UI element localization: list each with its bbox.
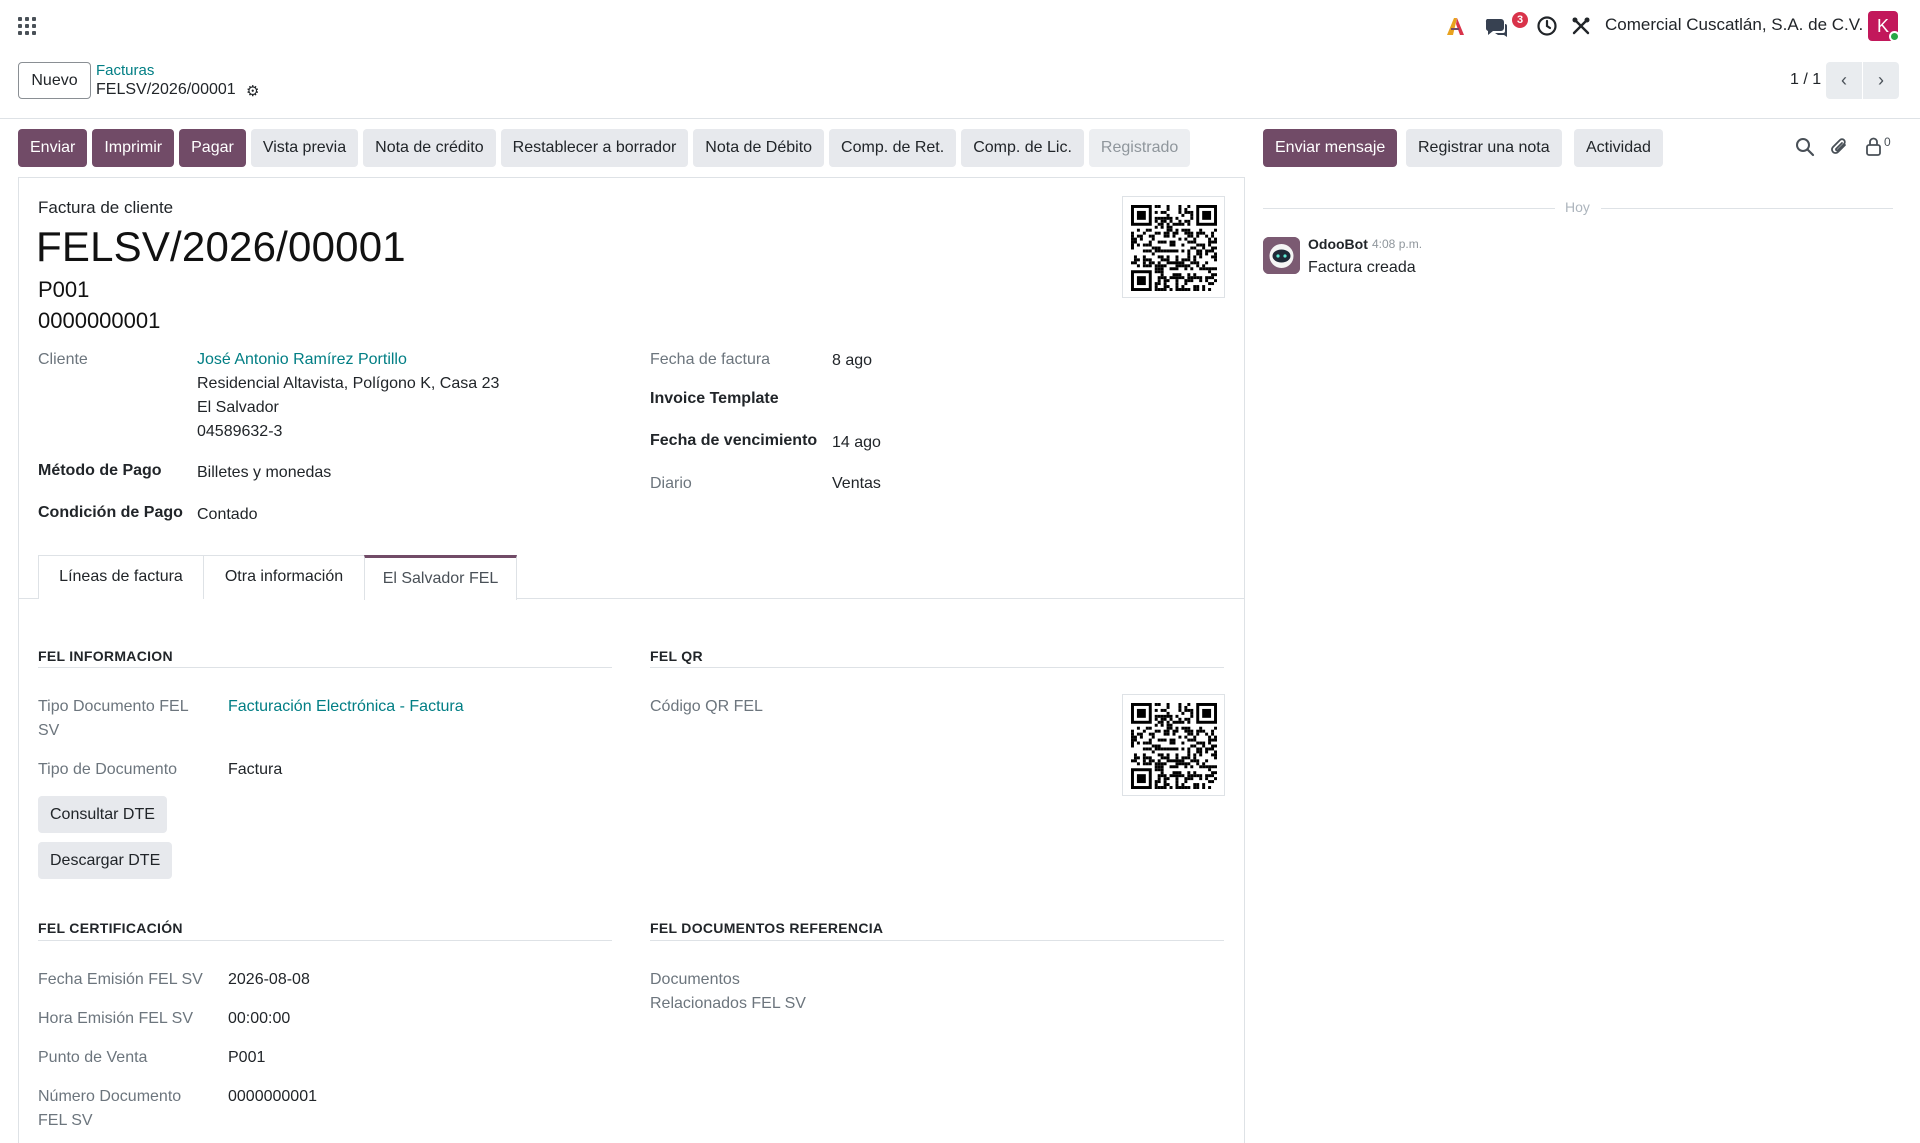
reset-to-draft-button[interactable]: Restablecer a borrador <box>500 129 689 167</box>
doc-type-label: Tipo de Documento <box>38 761 178 778</box>
send-button[interactable]: Enviar <box>18 129 88 167</box>
emit-date-field[interactable]: 2026-08-08 <box>228 971 310 989</box>
company-switcher[interactable]: Comercial Cuscatlán, S.A. de C.V. <box>1605 15 1863 35</box>
invoice-action-bar: Enviar Imprimir Pagar Vista previa Nota … <box>18 129 1191 167</box>
related-docs-label: Documentos <box>650 971 740 988</box>
customer-label: Cliente <box>38 351 88 368</box>
record-actions-gear-icon[interactable]: ⚙ <box>246 82 259 100</box>
related-docs-label-suffix: Relacionados FEL SV <box>650 995 806 1012</box>
attachment-icon[interactable] <box>1829 136 1851 163</box>
followers-lock-icon[interactable] <box>1864 136 1884 163</box>
control-panel-divider <box>0 118 1920 119</box>
customer-country: El Salvador <box>197 399 279 416</box>
comp-lic-button[interactable]: Comp. de Lic. <box>961 129 1084 167</box>
pager-value[interactable]: 1 / 1 <box>1790 71 1821 89</box>
fel-qr-label: Código QR FEL <box>650 698 763 715</box>
pay-button[interactable]: Pagar <box>179 129 246 167</box>
point-of-sale-label: Punto de Venta <box>38 1049 148 1066</box>
print-button[interactable]: Imprimir <box>92 129 175 167</box>
fel-info-section-title: FEL INFORMACION <box>38 648 173 664</box>
invoice-sequence-number: 0000000001 <box>38 308 161 333</box>
emit-time-field[interactable]: 00:00:00 <box>228 1010 290 1028</box>
invoice-date-field[interactable]: 8 ago <box>832 352 872 370</box>
top-navbar: 3 Comercial Cuscatlán, S.A. de C.V. K <box>0 0 1920 52</box>
doc-number-label-suffix: FEL SV <box>38 1112 93 1129</box>
invoice-type-label: Factura de cliente <box>38 198 174 217</box>
customer-link[interactable]: José Antonio Ramírez Portillo <box>197 351 407 369</box>
fel-qr-code <box>1122 694 1225 796</box>
header-qr-code <box>1122 196 1225 298</box>
tab-invoice-lines[interactable]: Líneas de factura <box>38 555 204 599</box>
breadcrumb-current: FELSV/2026/00001 <box>96 81 236 98</box>
doc-number-field[interactable]: 0000000001 <box>228 1088 317 1106</box>
invoice-date-label: Fecha de factura <box>650 351 771 368</box>
clock-icon[interactable] <box>1536 15 1558 42</box>
fel-qr-separator <box>650 667 1224 668</box>
user-status-dot <box>1889 31 1900 42</box>
fel-doc-type-label: Tipo Documento FEL <box>38 698 189 715</box>
fel-cert-section-title: FEL CERTIFICACIÓN <box>38 920 183 936</box>
today-separator-left <box>1263 208 1555 209</box>
credit-note-button[interactable]: Nota de crédito <box>363 129 496 167</box>
activity-button[interactable]: Actividad <box>1574 129 1663 167</box>
due-date-field[interactable]: 14 ago <box>832 434 881 452</box>
new-button[interactable]: Nuevo <box>18 62 91 99</box>
emit-date-label: Fecha Emisión FEL SV <box>38 971 203 988</box>
fel-doc-type-link[interactable]: Facturación Electrónica - Factura <box>228 698 464 716</box>
message-body: Factura creada <box>1308 259 1416 276</box>
followers-count: 0 <box>1884 135 1891 149</box>
doc-type-field[interactable]: Factura <box>228 761 282 779</box>
customer-address-line: Residencial Altavista, Polígono K, Casa … <box>197 375 500 392</box>
status-registered[interactable]: Registrado <box>1088 129 1191 167</box>
invoice-point-of-sale: P001 <box>38 277 90 302</box>
fel-doc-type-label-suffix: SV <box>38 722 60 739</box>
tab-el-salvador-fel[interactable]: El Salvador FEL <box>364 555 517 600</box>
emit-time-label: Hora Emisión FEL SV <box>38 1010 194 1027</box>
comp-ret-button[interactable]: Comp. de Ret. <box>829 129 957 167</box>
consult-dte-button[interactable]: Consultar DTE <box>38 796 167 833</box>
fel-qr-section-title: FEL QR <box>650 648 703 664</box>
app-menu-icon[interactable] <box>18 17 36 35</box>
debit-note-button[interactable]: Nota de Débito <box>693 129 825 167</box>
tools-icon[interactable] <box>1570 15 1592 42</box>
journal-label: Diario <box>650 475 692 492</box>
message-time: 4:08 p.m. <box>1372 237 1423 251</box>
odoobot-avatar <box>1263 237 1300 274</box>
invoice-template-label: Invoice Template <box>650 390 779 407</box>
pager-next-icon[interactable]: › <box>1863 62 1899 99</box>
payment-method-label: Método de Pago <box>38 462 162 479</box>
messages-icon[interactable] <box>1484 16 1508 43</box>
today-label: Hoy <box>1565 199 1590 215</box>
tab-other-info[interactable]: Otra información <box>203 555 365 599</box>
customer-vat: 04589632-3 <box>197 423 283 440</box>
log-note-button[interactable]: Registrar una nota <box>1406 129 1562 167</box>
payment-method-field[interactable]: Billetes y monedas <box>197 464 331 482</box>
search-icon[interactable] <box>1794 136 1816 163</box>
fel-cert-separator <box>38 940 612 941</box>
invoice-number-title: FELSV/2026/00001 <box>36 223 406 270</box>
preview-button[interactable]: Vista previa <box>250 129 359 167</box>
payment-condition-label: Condición de Pago <box>38 504 183 521</box>
message-author[interactable]: OdooBot <box>1308 236 1368 252</box>
ai-assistant-icon[interactable] <box>1444 15 1468 42</box>
form-sheet <box>18 177 1245 1143</box>
journal-field[interactable]: Ventas <box>832 475 881 493</box>
messages-badge: 3 <box>1512 12 1529 28</box>
due-date-label: Fecha de vencimiento <box>650 432 818 449</box>
download-dte-button[interactable]: Descargar DTE <box>38 842 173 879</box>
send-message-button[interactable]: Enviar mensaje <box>1263 129 1398 167</box>
fel-ref-separator <box>650 940 1224 941</box>
today-separator-right <box>1601 208 1893 209</box>
payment-condition-field[interactable]: Contado <box>197 506 258 524</box>
point-of-sale-field[interactable]: P001 <box>228 1049 265 1067</box>
fel-ref-section-title: FEL DOCUMENTOS REFERENCIA <box>650 920 884 936</box>
breadcrumb-parent[interactable]: Facturas <box>96 62 154 79</box>
doc-number-label: Número Documento <box>38 1088 182 1105</box>
fel-info-separator <box>38 667 612 668</box>
pager-previous-icon[interactable]: ‹ <box>1826 62 1862 99</box>
